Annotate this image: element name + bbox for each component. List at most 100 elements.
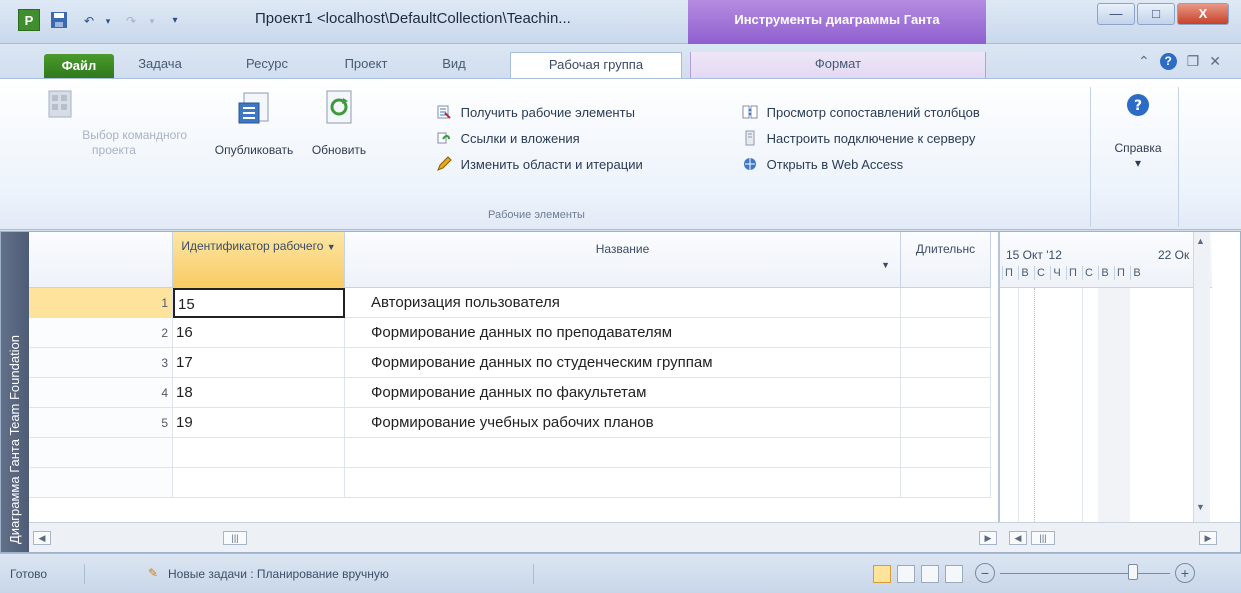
open-web-access-button[interactable]: Открыть в Web Access bbox=[742, 155, 903, 175]
ribbon-tabs: Файл Задача Ресурс Проект Вид Рабочая гр… bbox=[0, 44, 1241, 78]
help-icon[interactable]: ? bbox=[1159, 53, 1177, 70]
scroll-up-icon[interactable]: ▲ bbox=[1196, 236, 1205, 246]
open-web-access-label: Открыть в Web Access bbox=[766, 157, 904, 172]
vertical-scrollbar[interactable]: ▲ ▼ bbox=[1193, 232, 1210, 522]
project-app-icon[interactable]: P bbox=[18, 9, 40, 31]
column-dropdown-icon[interactable]: ▼ bbox=[327, 242, 336, 252]
gantt-scroll-thumb[interactable]: ||| bbox=[1031, 531, 1055, 545]
tab-team[interactable]: Рабочая группа bbox=[510, 52, 682, 78]
tab-view[interactable]: Вид bbox=[434, 52, 474, 78]
refresh-button[interactable]: Обновить bbox=[305, 87, 373, 158]
cell-duration[interactable] bbox=[901, 378, 991, 408]
row-number[interactable]: 4 bbox=[29, 378, 173, 408]
grid-scroll-thumb[interactable]: ||| bbox=[223, 531, 247, 545]
status-bar: Готово ✎ Новые задачи : Планирование вру… bbox=[0, 553, 1241, 593]
server-icon bbox=[745, 130, 755, 146]
row-number[interactable] bbox=[29, 468, 173, 498]
minimize-ribbon-icon[interactable]: ⌃ bbox=[1138, 53, 1150, 70]
column-header-work-item-id[interactable]: Идентификатор рабочего ▼ bbox=[173, 232, 345, 288]
minimize-button[interactable]: — bbox=[1097, 3, 1135, 25]
cell-task-name[interactable]: Формирование данных по факультетам bbox=[345, 378, 901, 408]
row-number[interactable] bbox=[29, 438, 173, 468]
cell-work-item-id[interactable]: 18 bbox=[173, 378, 345, 408]
redo-icon[interactable]: ↷ bbox=[120, 11, 142, 31]
tab-file[interactable]: Файл bbox=[44, 54, 114, 78]
cell-work-item-id[interactable]: 15 bbox=[173, 288, 345, 318]
redo-dropdown-icon[interactable]: ▾ bbox=[146, 11, 158, 31]
empty-cell[interactable] bbox=[345, 468, 901, 498]
cell-task-name[interactable]: Формирование учебных рабочих планов bbox=[345, 408, 901, 438]
zoom-in-button[interactable]: + bbox=[1175, 563, 1195, 583]
work-item-id-header-label: Идентификатор рабочего bbox=[181, 239, 324, 253]
cell-work-item-id[interactable]: 16 bbox=[173, 318, 345, 348]
cell-work-item-id[interactable]: 17 bbox=[173, 348, 345, 378]
task-usage-view-shortcut-icon[interactable] bbox=[897, 565, 915, 583]
gantt-chart-pane[interactable]: 15 Окт '12 22 Ок П В С Ч П С В П В ▲ ▼ bbox=[998, 232, 1212, 522]
timescale-day: В bbox=[1098, 266, 1111, 280]
tab-task[interactable]: Задача bbox=[132, 52, 188, 78]
zoom-slider-track[interactable] bbox=[1000, 573, 1170, 574]
configure-server-label: Настроить подключение к серверу bbox=[766, 131, 976, 146]
publish-button[interactable]: Опубликовать bbox=[205, 87, 303, 158]
select-team-project-button[interactable]: Выбор командного проекта bbox=[30, 87, 198, 158]
tab-project[interactable]: Проект bbox=[338, 52, 394, 78]
cell-duration[interactable] bbox=[901, 408, 991, 438]
empty-cell[interactable] bbox=[901, 438, 991, 468]
cell-work-item-id[interactable]: 19 bbox=[173, 408, 345, 438]
zoom-slider-thumb[interactable] bbox=[1128, 564, 1138, 580]
ribbon: Выбор командного проекта Опубликовать Об… bbox=[0, 78, 1241, 230]
tab-resource[interactable]: Ресурс bbox=[238, 52, 296, 78]
gantt-scroll-right-icon[interactable]: ▶ bbox=[1199, 531, 1217, 545]
gantt-view-shortcut-icon[interactable] bbox=[873, 565, 891, 583]
empty-cell[interactable] bbox=[901, 468, 991, 498]
column-mapping-label: Просмотр сопоставлений столбцов bbox=[766, 105, 980, 120]
row-number[interactable]: 1 bbox=[29, 288, 173, 318]
row-number[interactable]: 2 bbox=[29, 318, 173, 348]
configure-server-button[interactable]: Настроить подключение к серверу bbox=[742, 129, 975, 149]
tab-format[interactable]: Формат bbox=[690, 52, 986, 78]
edit-areas-label: Изменить области и итерации bbox=[460, 157, 643, 172]
close-button[interactable]: X bbox=[1177, 3, 1229, 25]
column-header-duration[interactable]: Длительнс bbox=[901, 232, 991, 288]
scroll-down-icon[interactable]: ▼ bbox=[1196, 502, 1205, 512]
gantt-scroll-left-icon[interactable]: ◀ bbox=[1009, 531, 1027, 545]
row-number[interactable]: 3 bbox=[29, 348, 173, 378]
maximize-button[interactable]: □ bbox=[1137, 3, 1175, 25]
cell-duration[interactable] bbox=[901, 288, 991, 318]
select-all-corner[interactable] bbox=[29, 232, 173, 288]
get-work-items-button[interactable]: Получить рабочие элементы bbox=[436, 103, 635, 123]
gantt-view: Диаграмма Ганта Team Foundation Идентифи… bbox=[0, 231, 1241, 553]
undo-icon[interactable]: ↶ bbox=[78, 11, 100, 31]
close-window-icon[interactable]: ✕ bbox=[1209, 53, 1221, 70]
timescale-header: 15 Окт '12 22 Ок П В С Ч П С В П В bbox=[1000, 232, 1212, 288]
help-button[interactable]: ? Справка ▾ bbox=[1106, 87, 1170, 171]
restore-window-icon[interactable]: ❐ bbox=[1187, 53, 1200, 70]
undo-dropdown-icon[interactable]: ▾ bbox=[102, 11, 114, 31]
timescale-day: П bbox=[1002, 266, 1015, 280]
empty-cell[interactable] bbox=[173, 438, 345, 468]
grid-scroll-left-icon[interactable]: ◀ bbox=[33, 531, 51, 545]
column-mapping-icon bbox=[742, 105, 758, 119]
column-mapping-button[interactable]: Просмотр сопоставлений столбцов bbox=[742, 103, 980, 123]
row-number[interactable]: 5 bbox=[29, 408, 173, 438]
column-header-name[interactable]: Название ▼ bbox=[345, 232, 901, 288]
new-tasks-mode[interactable]: Новые задачи : Планирование вручную bbox=[168, 567, 389, 581]
edit-areas-button[interactable]: Изменить области и итерации bbox=[436, 155, 643, 175]
cell-duration[interactable] bbox=[901, 348, 991, 378]
resource-sheet-view-shortcut-icon[interactable] bbox=[945, 565, 963, 583]
empty-cell[interactable] bbox=[345, 438, 901, 468]
column-dropdown-icon[interactable]: ▼ bbox=[881, 260, 890, 270]
links-attachments-button[interactable]: Ссылки и вложения bbox=[436, 129, 580, 149]
grid-scroll-right-icon[interactable]: ▶ bbox=[979, 531, 997, 545]
customize-qat-icon[interactable]: ▾ bbox=[168, 11, 182, 31]
cell-task-name[interactable]: Формирование данных по студенческим груп… bbox=[345, 348, 901, 378]
save-icon[interactable] bbox=[48, 11, 70, 31]
cell-task-name[interactable]: Формирование данных по преподавателям bbox=[345, 318, 901, 348]
cell-duration[interactable] bbox=[901, 318, 991, 348]
team-planner-view-shortcut-icon[interactable] bbox=[921, 565, 939, 583]
cell-task-name[interactable]: Авторизация пользователя bbox=[345, 288, 901, 318]
new-tasks-pin-icon: ✎ bbox=[148, 566, 159, 580]
name-header-label: Название bbox=[595, 242, 650, 256]
zoom-out-button[interactable]: − bbox=[975, 563, 995, 583]
empty-cell[interactable] bbox=[173, 468, 345, 498]
